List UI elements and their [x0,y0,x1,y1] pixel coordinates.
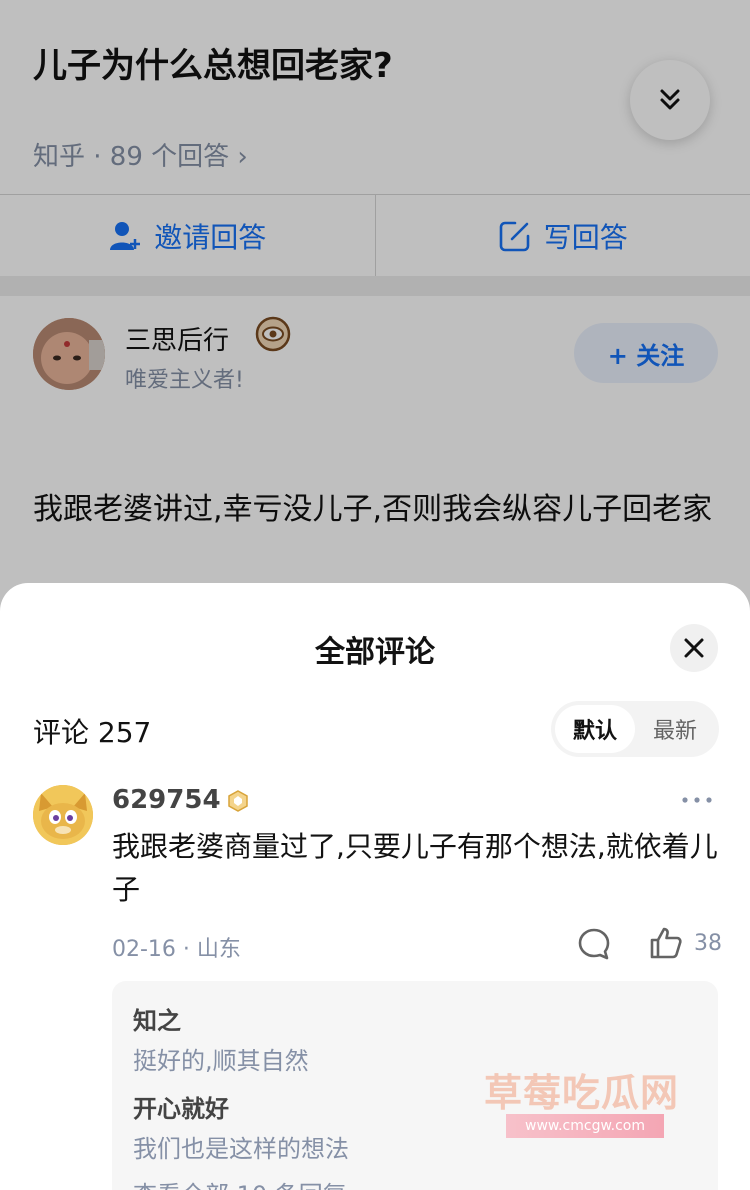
watermark-text: 草莓吃瓜网 [484,1071,680,1115]
more-icon [682,797,712,803]
commenter-name[interactable]: 629754 [112,785,221,815]
more-options-button[interactable] [680,783,714,817]
site-watermark: 草莓吃瓜网 www.cmcgw.com [484,1062,724,1142]
reply-text: 我们也是这样的想法 [133,1135,349,1163]
sort-latest[interactable]: 最新 [635,705,715,753]
reply-author[interactable]: 开心就好 [133,1089,229,1124]
comment-meta: 02-16 · 山东 [112,937,241,962]
close-icon [684,638,704,658]
reply-bubble-icon[interactable] [577,927,611,961]
view-all-replies-link[interactable]: 查看全部 10 条回复 › [133,1175,364,1190]
level-badge-icon [228,790,248,812]
watermark-url: www.cmcgw.com [506,1114,664,1138]
comment-text: 我跟老婆商量过了,只要儿子有那个想法,就依着儿子 [112,830,718,906]
thumbs-up-icon[interactable] [649,926,683,960]
sheet-title: 全部评论 [315,635,435,670]
comment-count: 评论 257 [33,716,152,749]
sort-default[interactable]: 默认 [555,705,635,753]
reply-text: 挺好的,顺其自然 [133,1047,309,1075]
like-count: 38 [694,931,722,956]
sort-toggle: 默认 最新 [551,701,719,757]
reply-author[interactable]: 知之 [133,1001,181,1036]
commenter-avatar[interactable] [33,785,93,845]
close-button[interactable] [670,624,718,672]
cartoon-cat-avatar [33,785,93,845]
